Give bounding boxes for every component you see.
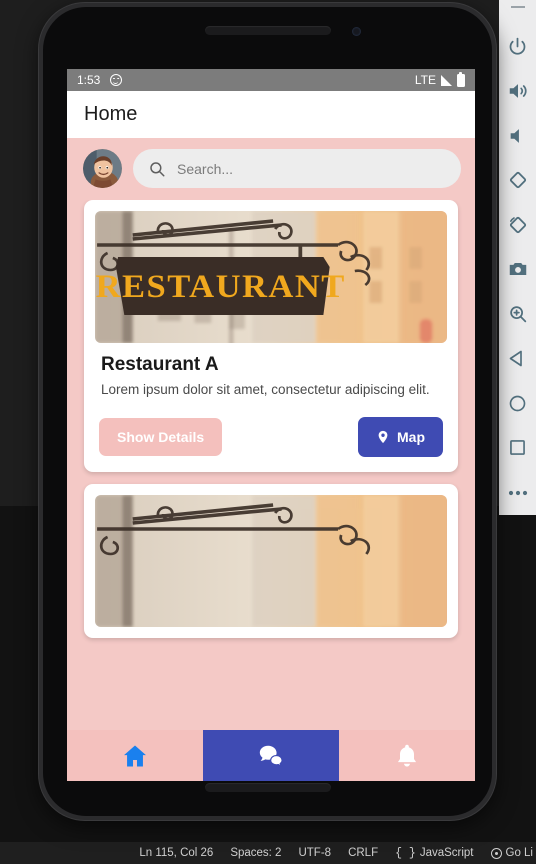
bottom-speaker — [204, 783, 331, 792]
show-details-button[interactable]: Show Details — [99, 417, 223, 456]
home-icon — [124, 745, 146, 766]
broadcast-icon — [490, 847, 502, 859]
overview-icon[interactable] — [499, 426, 536, 471]
restaurant-image — [95, 494, 447, 627]
device-bezel: 1:53 LTE Home Search... RESTAURANT Resta… — [43, 7, 492, 816]
battery-full-icon — [457, 71, 465, 87]
rotate-left-icon[interactable] — [499, 158, 536, 203]
map-pin-icon — [378, 430, 388, 443]
status-cursor-position[interactable]: Ln 115, Col 26 — [139, 847, 213, 859]
card-description: Lorem ipsum dolor sit amet, consectetur … — [101, 382, 430, 397]
status-live-server-label: Go Li — [505, 847, 534, 859]
page-title: Home — [84, 103, 138, 125]
search-input[interactable]: Search... — [133, 149, 461, 188]
status-bar-left: 1:53 — [77, 73, 123, 87]
back-icon[interactable] — [499, 336, 536, 381]
sidebar-item-home[interactable] — [67, 730, 203, 781]
search-row: Search... — [67, 138, 475, 200]
bell-icon — [397, 744, 417, 766]
status-eol[interactable]: CRLF — [348, 847, 378, 859]
card-actions: Show Details Map — [99, 416, 443, 457]
front-camera — [352, 27, 361, 36]
more-icon[interactable] — [499, 470, 536, 515]
status-live-server[interactable]: Go Li — [490, 847, 534, 859]
bottom-navigation — [67, 730, 475, 781]
device-screen: 1:53 LTE Home Search... RESTAURANT Resta… — [67, 69, 475, 781]
status-encoding[interactable]: UTF-8 — [298, 847, 331, 859]
braces-icon: { } — [395, 846, 416, 860]
status-time: 1:53 — [77, 73, 101, 87]
app-bar: Home — [67, 91, 475, 138]
vscode-status-bar: Ln 115, Col 26 Spaces: 2 UTF-8 CRLF { } … — [0, 842, 536, 864]
smiley-icon — [110, 74, 123, 86]
rotate-right-icon[interactable] — [499, 202, 536, 247]
status-bar-right: LTE — [414, 71, 465, 87]
android-emulator-device: 1:53 LTE Home Search... RESTAURANT Resta… — [39, 3, 496, 820]
screenshot-root: Ln 115, Col 26 Spaces: 2 UTF-8 CRLF { } … — [0, 0, 536, 864]
restaurant-card[interactable] — [84, 483, 458, 638]
search-placeholder: Search... — [177, 160, 234, 177]
user-avatar[interactable] — [83, 149, 122, 188]
sidebar-item-notifications[interactable] — [339, 730, 475, 781]
card-list[interactable]: RESTAURANT Restaurant A Lorem ipsum dolo… — [67, 200, 475, 730]
sidebar-item-chat[interactable] — [203, 730, 339, 781]
signal-triangle-icon — [441, 74, 452, 86]
earpiece-speaker — [204, 26, 331, 35]
card-title: Restaurant A — [101, 354, 219, 375]
status-indentation[interactable]: Spaces: 2 — [230, 847, 281, 859]
search-icon — [150, 161, 165, 176]
volume-down-icon[interactable] — [499, 113, 536, 158]
zoom-icon[interactable] — [499, 292, 536, 337]
restaurant-card[interactable]: RESTAURANT Restaurant A Lorem ipsum dolo… — [84, 200, 458, 472]
camera-icon[interactable] — [499, 247, 536, 292]
power-icon[interactable] — [499, 24, 536, 69]
map-button-label: Map — [397, 428, 425, 445]
chat-bubbles-icon — [259, 745, 284, 766]
minimize-icon[interactable] — [510, 6, 525, 8]
restaurant-image: RESTAURANT — [95, 211, 447, 343]
android-status-bar: 1:53 LTE — [67, 69, 475, 91]
home-icon[interactable] — [499, 381, 536, 426]
map-button[interactable]: Map — [358, 416, 443, 457]
status-language-label: JavaScript — [419, 847, 474, 859]
sign-text: RESTAURANT — [96, 269, 346, 305]
status-language-mode[interactable]: { } JavaScript — [395, 847, 473, 860]
network-label: LTE — [414, 73, 436, 87]
android-emulator-toolbar — [499, 0, 536, 515]
volume-up-icon[interactable] — [499, 69, 536, 114]
